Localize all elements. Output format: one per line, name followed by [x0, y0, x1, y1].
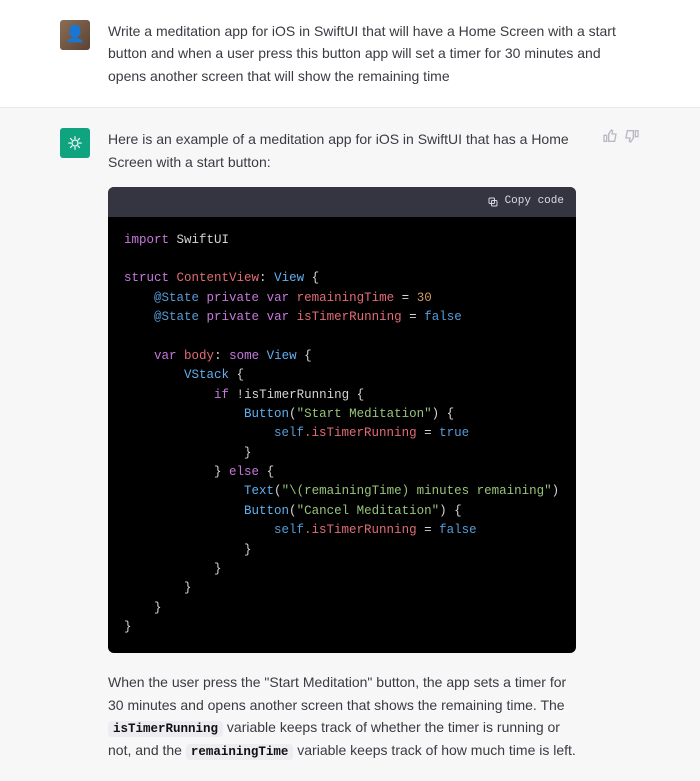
thumb-up-icon[interactable]: [602, 128, 618, 144]
assistant-avatar: [60, 128, 90, 158]
code-header: Copy code: [108, 187, 576, 217]
copy-code-button[interactable]: Copy code: [487, 193, 564, 211]
thumb-down-icon[interactable]: [624, 128, 640, 144]
user-avatar: [60, 20, 90, 50]
openai-icon: [66, 134, 84, 152]
copy-icon: [487, 196, 499, 208]
inline-code-remaining: remainingTime: [186, 744, 294, 760]
copy-code-label: Copy code: [505, 193, 564, 211]
user-prompt: Write a meditation app for iOS in SwiftU…: [108, 20, 640, 87]
feedback-actions: [602, 128, 640, 762]
inline-code-running: isTimerRunning: [108, 721, 223, 737]
code-block: Copy code import SwiftUI struct ContentV…: [108, 187, 576, 653]
assistant-intro: Here is an example of a meditation app f…: [108, 128, 576, 173]
assistant-outro: When the user press the "Start Meditatio…: [108, 671, 576, 762]
user-message: Write a meditation app for iOS in SwiftU…: [0, 0, 700, 108]
code-content: import SwiftUI struct ContentView: View …: [108, 217, 576, 654]
assistant-message: Here is an example of a meditation app f…: [0, 108, 700, 781]
